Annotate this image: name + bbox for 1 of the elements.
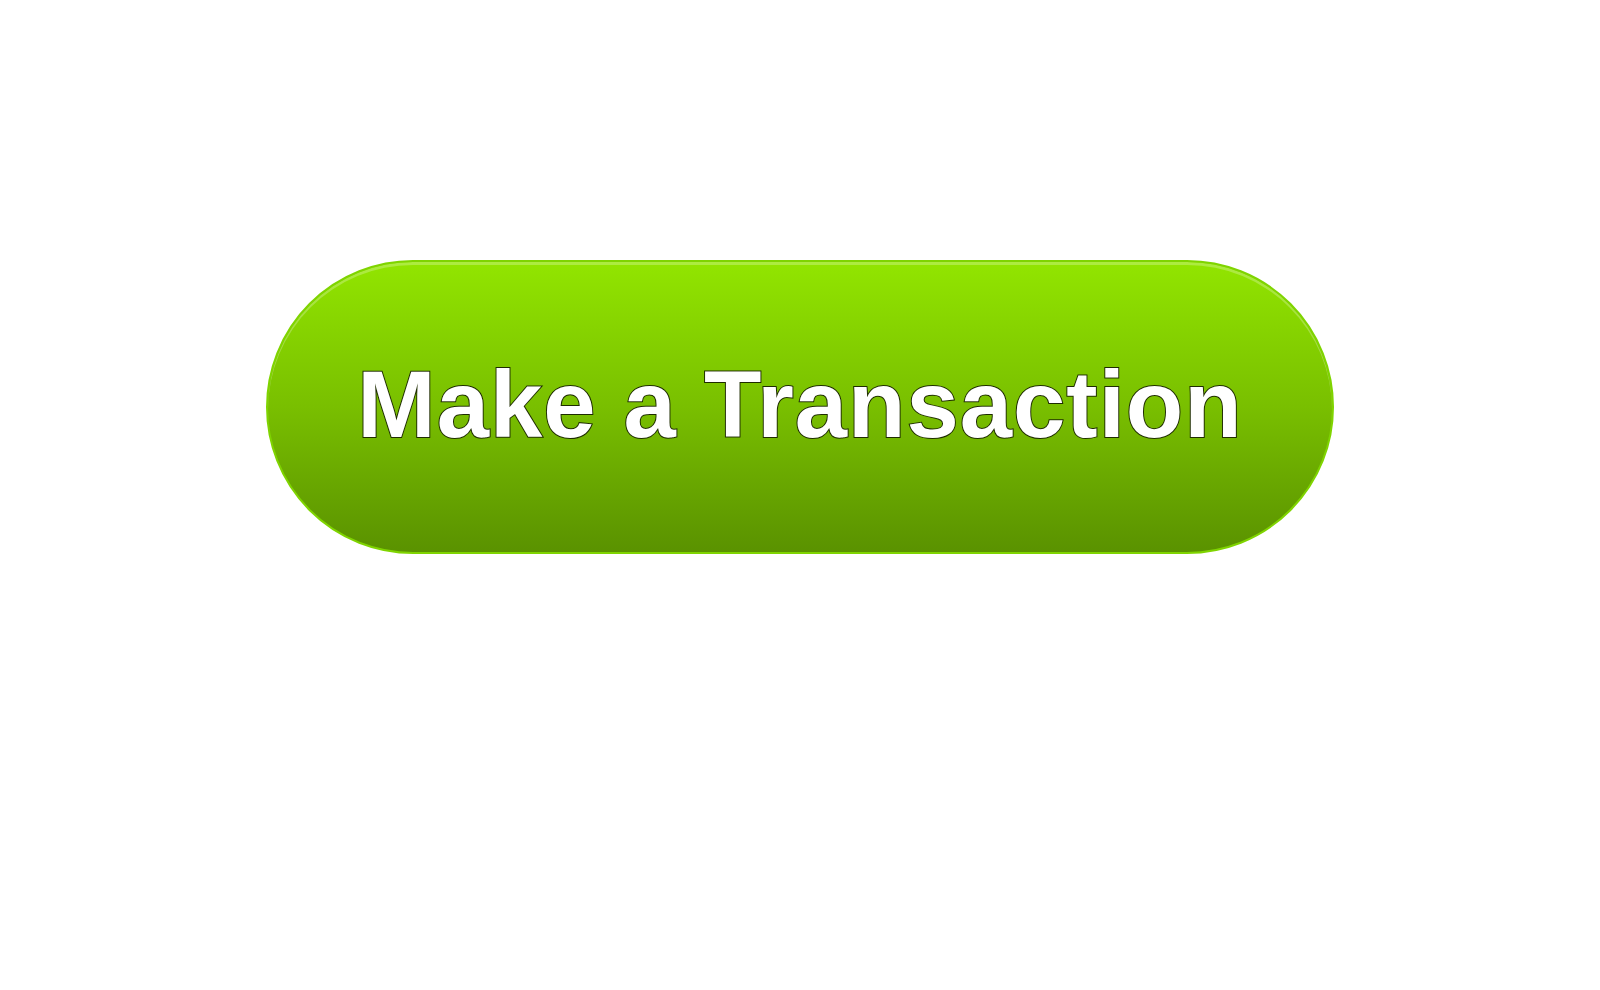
transaction-button[interactable]: Make a Transaction: [266, 260, 1334, 554]
